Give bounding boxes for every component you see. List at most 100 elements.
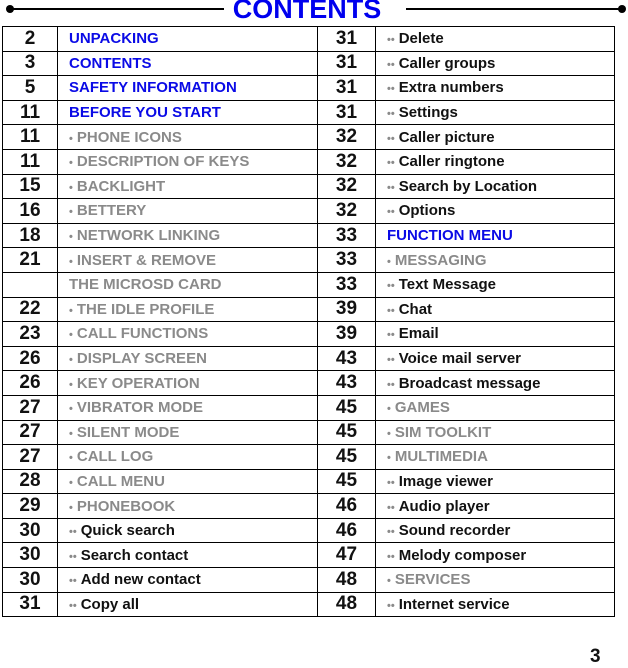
right-page-number: 46 <box>317 517 376 544</box>
left-entry-link[interactable]: • PHONEBOOK <box>57 493 318 519</box>
entry-title: INSERT & REMOVE <box>76 251 217 269</box>
entry-title: CALL LOG <box>76 448 154 466</box>
page-number: 3 <box>590 646 601 667</box>
left-entry-link[interactable]: • NETWORK LINKING <box>57 222 318 249</box>
left-entry-link[interactable]: •• Quick search <box>57 517 318 544</box>
entry-title: DESCRIPTION OF KEYS <box>76 153 250 171</box>
right-entry-link[interactable]: •• Voice mail server <box>375 345 615 372</box>
entry-title: MULTIMEDIA <box>394 448 488 466</box>
left-entry-link[interactable]: • VIBRATOR MODE <box>57 394 318 421</box>
right-entry-link[interactable]: FUNCTION MENU <box>375 222 615 249</box>
right-entry-link[interactable]: •• Extra numbers <box>375 75 615 101</box>
bullet-icon: • <box>69 157 73 170</box>
right-page-number: 45 <box>317 468 376 495</box>
right-entry-link[interactable]: • SERVICES <box>375 567 615 593</box>
bullet-icon: • <box>69 231 73 244</box>
left-entry-link[interactable]: • CALL LOG <box>57 444 318 470</box>
entry-title: SAFETY INFORMATION <box>69 79 237 97</box>
left-page-number: 16 <box>2 198 58 224</box>
right-page-number: 33 <box>317 247 376 273</box>
entry-title: THE IDLE PROFILE <box>76 300 215 318</box>
entry-title: MESSAGING <box>394 251 487 269</box>
toc-row: 31 •• Copy all 48 •• Internet service <box>2 591 615 618</box>
toc-row: 5 SAFETY INFORMATION 31 •• Extra numbers <box>2 75 615 101</box>
right-entry-link[interactable]: •• Caller ringtone <box>375 148 615 175</box>
entry-title: Chat <box>398 300 433 318</box>
entry-title: NETWORK LINKING <box>76 227 221 245</box>
bullet-icon: • <box>69 378 73 391</box>
left-entry-link[interactable]: •• Add new contact <box>57 567 318 593</box>
right-entry-link[interactable]: •• Email <box>375 321 615 347</box>
toc-row: 29 • PHONEBOOK 46 •• Audio player <box>2 493 615 519</box>
left-page-number: 11 <box>2 99 58 126</box>
left-entry-link[interactable]: • DESCRIPTION OF KEYS <box>57 148 318 175</box>
bullet-icon: •• <box>387 181 395 194</box>
right-entry-link[interactable]: •• Caller picture <box>375 124 615 150</box>
right-page-number: 39 <box>317 321 376 347</box>
right-entry-link[interactable]: •• Audio player <box>375 493 615 519</box>
left-entry-link[interactable]: • BACKLIGHT <box>57 173 318 200</box>
entry-title: Audio player <box>398 497 490 515</box>
toc-row: 21 • INSERT & REMOVE 33 • MESSAGING <box>2 247 615 273</box>
right-page-number: 33 <box>317 222 376 249</box>
left-page-number: 30 <box>2 542 58 569</box>
left-entry-link[interactable]: • CALL MENU <box>57 468 318 495</box>
left-entry-link[interactable]: BEFORE YOU START <box>57 99 318 126</box>
left-entry-link[interactable]: • CALL FUNCTIONS <box>57 321 318 347</box>
rule-end-dot-right <box>618 5 626 13</box>
left-page-number: 5 <box>2 75 58 101</box>
right-entry-link[interactable]: •• Text Message <box>375 271 615 298</box>
left-entry-link[interactable]: THE MICROSD CARD <box>57 271 318 298</box>
right-page-number: 48 <box>317 591 376 618</box>
entry-title: SIM TOOLKIT <box>394 423 492 441</box>
left-entry-link[interactable]: • INSERT & REMOVE <box>57 247 318 273</box>
left-entry-link[interactable]: • KEY OPERATION <box>57 370 318 396</box>
right-entry-link[interactable]: • MULTIMEDIA <box>375 444 615 470</box>
bullet-icon: • <box>69 329 73 342</box>
entry-title: Options <box>398 202 456 220</box>
bullet-icon: •• <box>387 599 395 612</box>
bullet-icon: • <box>69 354 73 367</box>
bullet-icon: •• <box>387 83 395 96</box>
right-entry-link[interactable]: •• Caller groups <box>375 50 615 77</box>
bullet-icon: • <box>387 427 391 440</box>
left-entry-link[interactable]: • BETTERY <box>57 198 318 224</box>
left-page-number: 30 <box>2 517 58 544</box>
left-page-number: 27 <box>2 444 58 470</box>
right-page-number: 33 <box>317 271 376 298</box>
right-entry-link[interactable]: • GAMES <box>375 394 615 421</box>
entry-title: Sound recorder <box>398 522 511 540</box>
left-entry-link[interactable]: CONTENTS <box>57 50 318 77</box>
right-entry-link[interactable]: •• Search by Location <box>375 173 615 200</box>
right-entry-link[interactable]: •• Sound recorder <box>375 517 615 544</box>
left-entry-link[interactable]: •• Search contact <box>57 542 318 569</box>
left-page-number: 21 <box>2 247 58 273</box>
right-entry-link[interactable]: •• Settings <box>375 99 615 126</box>
left-entry-link[interactable]: • SILENT MODE <box>57 419 318 446</box>
left-entry-link[interactable]: • THE IDLE PROFILE <box>57 296 318 323</box>
entry-title: Caller picture <box>398 128 495 146</box>
right-entry-link[interactable]: •• Chat <box>375 296 615 323</box>
left-entry-link[interactable]: •• Copy all <box>57 591 318 618</box>
left-entry-link[interactable]: • PHONE ICONS <box>57 124 318 150</box>
right-entry-link[interactable]: •• Internet service <box>375 591 615 618</box>
right-entry-link[interactable]: •• Broadcast message <box>375 370 615 396</box>
left-entry-link[interactable]: SAFETY INFORMATION <box>57 75 318 101</box>
bullet-icon: • <box>69 452 73 465</box>
right-entry-link[interactable]: •• Delete <box>375 26 615 52</box>
left-page-number <box>2 271 58 298</box>
left-entry-link[interactable]: UNPACKING <box>57 26 318 52</box>
right-entry-link[interactable]: • MESSAGING <box>375 247 615 273</box>
left-entry-link[interactable]: • DISPLAY SCREEN <box>57 345 318 372</box>
right-entry-link[interactable]: •• Options <box>375 198 615 224</box>
left-page-number: 31 <box>2 591 58 618</box>
entry-title: UNPACKING <box>69 30 159 48</box>
bullet-icon: •• <box>69 550 77 563</box>
right-entry-link[interactable]: •• Image viewer <box>375 468 615 495</box>
right-entry-link[interactable]: • SIM TOOLKIT <box>375 419 615 446</box>
entry-title: Delete <box>398 30 444 48</box>
right-entry-link[interactable]: •• Melody composer <box>375 542 615 569</box>
entry-title: CALL FUNCTIONS <box>76 325 209 343</box>
entry-title: Quick search <box>80 522 175 540</box>
bullet-icon: • <box>69 304 73 317</box>
